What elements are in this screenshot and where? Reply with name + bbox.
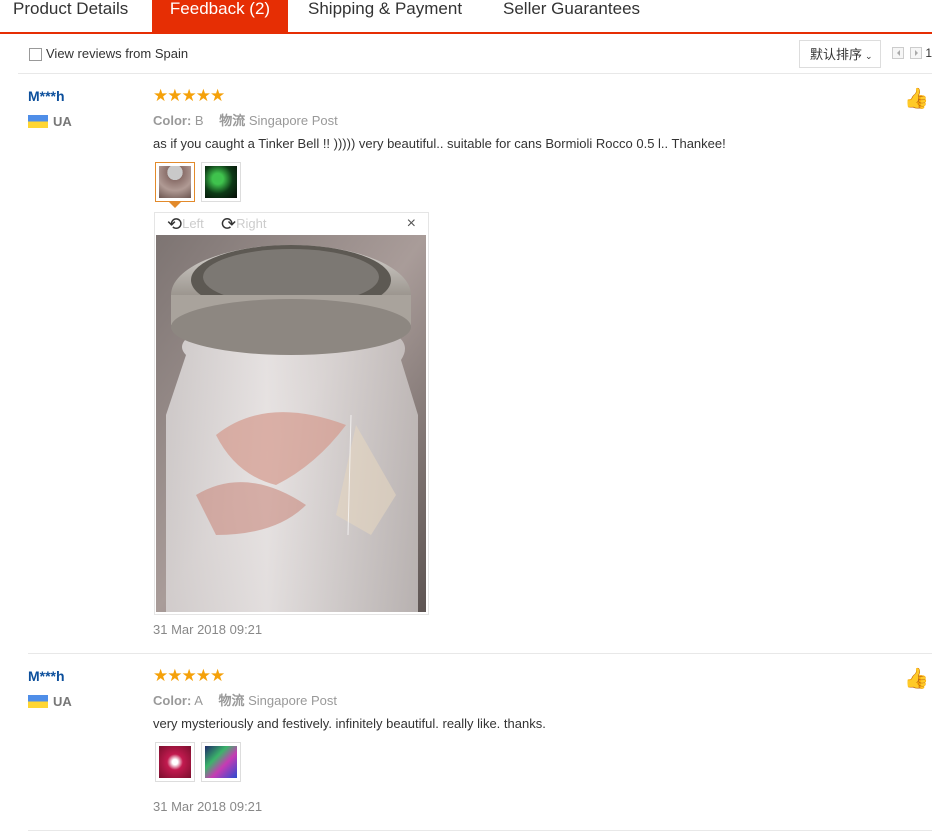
green-lights-thumb-icon	[205, 166, 237, 198]
reviewer-country: UA	[28, 694, 72, 709]
reviewer-name: M***h	[28, 668, 65, 684]
ukraine-flag-icon	[28, 115, 48, 128]
tab-label: Shipping & Payment	[308, 0, 463, 18]
tab-label: Seller Guarantees	[503, 0, 641, 18]
page-number: 1	[925, 46, 932, 60]
shipping-value: Singapore Post	[248, 693, 338, 708]
tab-shipping-payment[interactable]: Shipping & Payment	[308, 0, 468, 32]
next-page-button[interactable]	[910, 47, 922, 59]
country-code: UA	[53, 694, 72, 709]
tab-product-details[interactable]: Product Details	[13, 0, 138, 32]
reviewer-country: UA	[28, 114, 72, 129]
review-photo-thumbnail[interactable]	[155, 162, 195, 202]
review-text: as if you caught a Tinker Bell !! ))))) …	[153, 136, 726, 151]
review-text: very mysteriously and festively. infinit…	[153, 716, 546, 731]
spain-reviews-checkbox[interactable]	[29, 48, 42, 61]
divider	[28, 830, 932, 831]
tab-label: Product Details	[13, 0, 129, 18]
feedback-filter-bar: View reviews from Spain 默认排序 ⌄ 1	[28, 40, 932, 72]
tab-label: Feedback (2)	[169, 0, 271, 18]
viewer-toolbar: ⟲Left ⟳Right ×	[155, 213, 428, 235]
color-value: B	[194, 113, 204, 128]
rotate-right-button[interactable]: ⟳Right	[221, 214, 266, 235]
shipping-label: 物流	[218, 693, 245, 708]
jar-photo-thumb-icon	[159, 166, 191, 198]
rotate-right-label: Right	[236, 216, 267, 231]
tab-feedback[interactable]: Feedback (2)	[152, 0, 288, 32]
review-photo-thumbnail[interactable]	[201, 162, 241, 202]
photo-viewer: ⟲Left ⟳Right ×	[154, 212, 429, 615]
reviewer-name: M***h	[28, 88, 65, 104]
pink-jar-thumb-icon	[159, 746, 191, 778]
divider	[18, 73, 932, 74]
review-photo-large	[156, 235, 426, 612]
color-label: Color:	[153, 693, 192, 708]
sort-label: 默认排序	[810, 47, 863, 62]
country-code: UA	[53, 114, 72, 129]
rotate-right-icon: ⟳	[221, 214, 237, 234]
rotate-left-icon: ⟲	[167, 214, 183, 234]
color-label: Color:	[153, 113, 192, 128]
color-value: A	[194, 693, 203, 708]
shipping-label: 物流	[219, 113, 246, 128]
mason-jar-photo	[156, 235, 426, 612]
review-date: 31 Mar 2018 09:21	[153, 622, 263, 637]
rotate-left-button[interactable]: ⟲Left	[167, 214, 204, 235]
star-rating: ★★★★★	[153, 666, 225, 685]
review-meta: Color: A 物流 Singapore Post	[153, 690, 337, 709]
review-photo-thumbnail[interactable]	[155, 742, 195, 782]
divider	[28, 653, 932, 654]
review-date: 31 Mar 2018 09:21	[153, 799, 263, 814]
tab-bar: Product Details Feedback (2) Shipping & …	[0, 0, 932, 34]
star-rating: ★★★★★	[153, 86, 225, 105]
thumbs-up-icon[interactable]: 👍	[904, 666, 929, 691]
rotate-left-label: Left	[182, 216, 204, 231]
chevron-down-icon: ⌄	[865, 51, 873, 61]
close-icon[interactable]: ×	[407, 215, 416, 233]
tab-seller-guarantees[interactable]: Seller Guarantees	[503, 0, 653, 32]
shipping-value: Singapore Post	[248, 113, 338, 128]
review-photo-thumbnail[interactable]	[201, 742, 241, 782]
sort-dropdown[interactable]: 默认排序 ⌄	[799, 40, 881, 68]
spain-reviews-label[interactable]: View reviews from Spain	[46, 46, 188, 61]
review-meta: Color: B 物流 Singapore Post	[153, 110, 338, 129]
prev-page-button[interactable]	[892, 47, 904, 59]
thumbs-up-icon[interactable]: 👍	[904, 86, 929, 111]
multicolor-lights-thumb-icon	[205, 746, 237, 778]
ukraine-flag-icon	[28, 695, 48, 708]
